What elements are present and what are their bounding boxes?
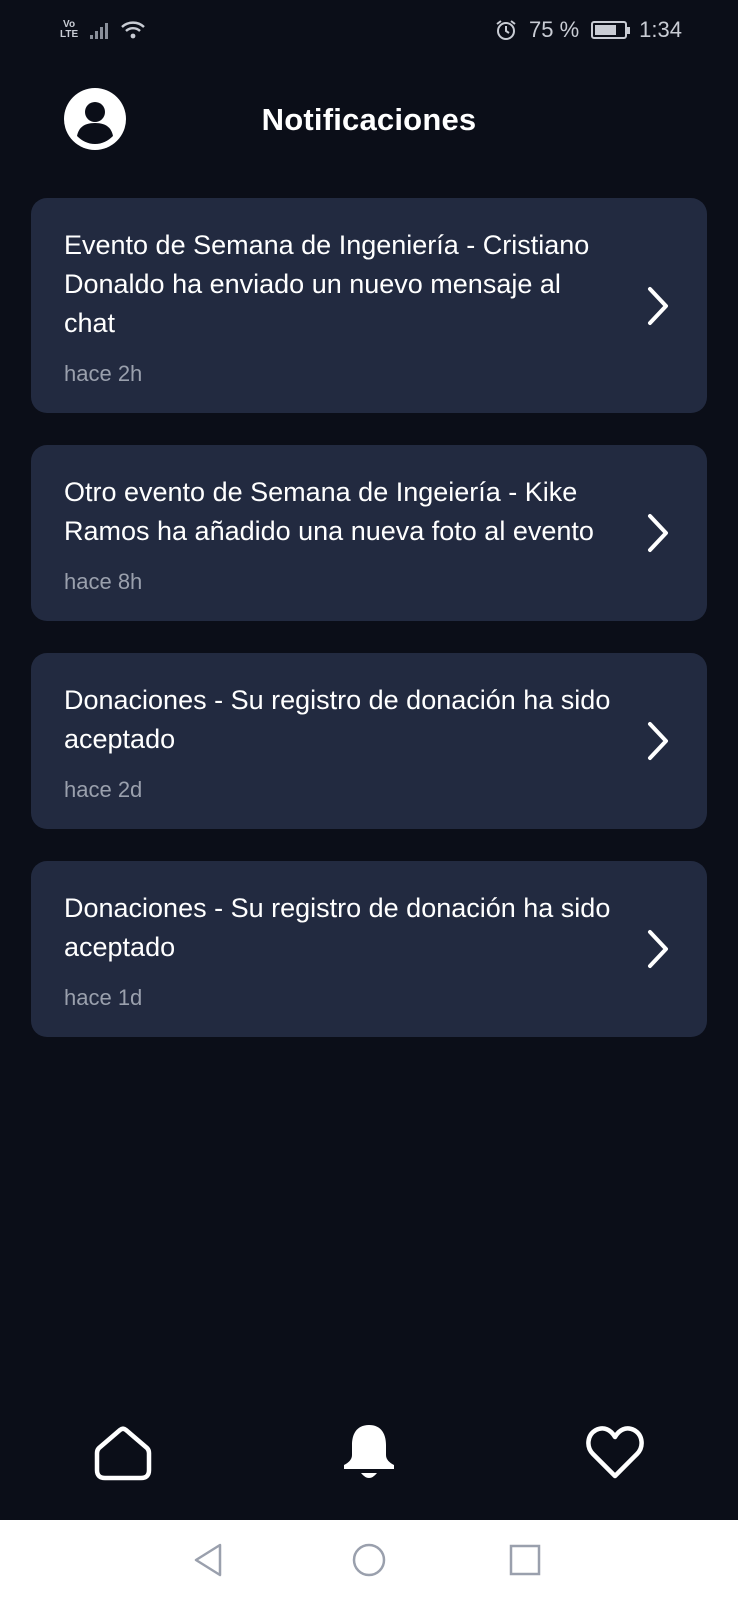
status-right: 75 % 1:34 xyxy=(495,17,682,43)
volte-bottom-label: LTE xyxy=(60,29,79,40)
chevron-right-icon xyxy=(648,930,668,968)
notification-card[interactable]: Otro evento de Semana de Ingeiería - Kik… xyxy=(31,445,707,621)
wifi-icon xyxy=(121,21,145,39)
notification-text: Otro evento de Semana de Ingeiería - Kik… xyxy=(64,477,594,546)
bell-icon xyxy=(344,1425,394,1478)
status-left: Vo LTE xyxy=(60,19,146,41)
chevron-right-icon xyxy=(648,514,668,552)
notification-time: hace 8h xyxy=(64,569,143,594)
header: Notificaciones xyxy=(0,82,738,162)
battery-fill xyxy=(595,25,617,35)
nav-favorites-button[interactable] xyxy=(583,1420,647,1484)
home-circle-icon[interactable] xyxy=(349,1540,389,1580)
notification-time: hace 2d xyxy=(64,777,143,802)
clock: 1:34 xyxy=(639,17,682,42)
system-nav-bar xyxy=(0,1520,738,1600)
battery-icon xyxy=(591,21,631,39)
alarm-icon xyxy=(496,20,516,40)
recent-apps-square-icon[interactable] xyxy=(505,1540,545,1580)
nav-notifications-button[interactable] xyxy=(337,1420,401,1484)
home-icon xyxy=(94,1426,152,1481)
volte-indicator: Vo LTE xyxy=(60,20,78,40)
status-bar: Vo LTE 75 % 1:34 xyxy=(0,0,738,60)
heart-icon xyxy=(586,1426,644,1479)
chevron-right-icon xyxy=(648,286,668,325)
notification-time: hace 2h xyxy=(64,361,143,386)
notification-text: Donaciones - Su registro de donación ha … xyxy=(64,685,611,754)
notification-card[interactable]: Donaciones - Su registro de donación ha … xyxy=(31,861,707,1037)
notification-text: Donaciones - Su registro de donación ha … xyxy=(64,893,611,962)
notification-card[interactable]: Donaciones - Su registro de donación ha … xyxy=(31,653,707,829)
notification-card[interactable]: Evento de Semana de Ingeniería - Cristia… xyxy=(31,198,707,413)
notification-list: Evento de Semana de Ingeniería - Cristia… xyxy=(31,198,707,1069)
battery-percent: 75 % xyxy=(529,17,580,42)
bottom-nav xyxy=(0,1416,738,1506)
notification-text: Evento de Semana de Ingeniería - Cristia… xyxy=(64,230,590,338)
back-triangle-icon[interactable] xyxy=(190,1540,230,1580)
signal-icon xyxy=(90,21,109,39)
nav-home-button[interactable] xyxy=(91,1420,155,1484)
page-title: Notificaciones xyxy=(261,102,477,137)
chevron-right-icon xyxy=(648,722,668,760)
notification-time: hace 1d xyxy=(64,985,143,1010)
